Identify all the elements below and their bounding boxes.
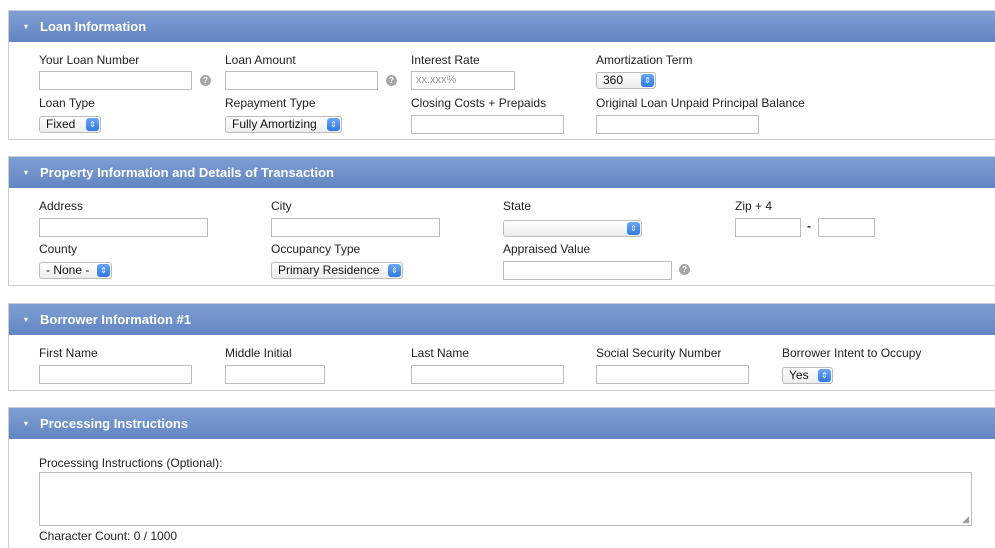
interest-rate-label: Interest Rate — [411, 53, 480, 67]
loan-type-select[interactable]: Fixed ⇕ — [39, 116, 101, 133]
loan-amount-input[interactable] — [225, 71, 378, 90]
loan-number-help-icon[interactable]: ? — [200, 75, 211, 86]
borrower-information-panel: ▾ Borrower Information #1 First Name Mid… — [8, 303, 995, 391]
collapse-chevron-icon[interactable]: ▾ — [21, 315, 31, 324]
select-arrow-icon: ⇕ — [627, 222, 640, 235]
processing-instructions-panel: ▾ Processing Instructions Processing Ins… — [8, 407, 995, 548]
borrower-information-header[interactable]: ▾ Borrower Information #1 — [9, 304, 995, 335]
appraised-value-help-icon[interactable]: ? — [679, 264, 690, 275]
appraised-value-label: Appraised Value — [503, 242, 591, 256]
county-select[interactable]: - None - ⇕ — [39, 262, 112, 279]
state-select[interactable]: ⇕ — [503, 220, 642, 237]
occupancy-type-select[interactable]: Primary Residence ⇕ — [271, 262, 403, 279]
original-upb-label: Original Loan Unpaid Principal Balance — [596, 96, 805, 110]
collapse-chevron-icon[interactable]: ▾ — [21, 22, 31, 31]
repayment-type-label: Repayment Type — [225, 96, 316, 110]
borrower-information-title: Borrower Information #1 — [40, 312, 191, 327]
processing-instructions-textarea[interactable]: ◢ — [39, 472, 972, 526]
occupancy-type-label: Occupancy Type — [271, 242, 361, 256]
middle-initial-input[interactable] — [225, 365, 325, 384]
city-input[interactable] — [271, 218, 440, 237]
loan-information-title: Loan Information — [40, 19, 147, 34]
last-name-label: Last Name — [411, 346, 470, 360]
ssn-input[interactable] — [596, 365, 749, 384]
occupancy-type-value: Primary Residence — [278, 263, 380, 277]
interest-rate-input[interactable]: xx.xxx% — [411, 71, 515, 90]
ssn-label: Social Security Number — [596, 346, 722, 360]
repayment-type-select[interactable]: Fully Amortizing ⇕ — [225, 116, 342, 133]
address-input[interactable] — [39, 218, 208, 237]
select-arrow-icon: ⇕ — [641, 74, 654, 87]
zip-input[interactable] — [735, 218, 801, 237]
loan-information-panel: ▾ Loan Information Your Loan Number ? Lo… — [8, 10, 995, 140]
select-arrow-icon: ⇕ — [97, 264, 110, 277]
last-name-input[interactable] — [411, 365, 564, 384]
select-arrow-icon: ⇕ — [388, 264, 401, 277]
select-arrow-icon: ⇕ — [86, 118, 99, 131]
middle-initial-label: Middle Initial — [225, 346, 292, 360]
property-information-panel: ▾ Property Information and Details of Tr… — [8, 156, 995, 286]
repayment-type-value: Fully Amortizing — [232, 117, 317, 131]
intent-to-occupy-label: Borrower Intent to Occupy — [782, 346, 922, 360]
amortization-term-value: 360 — [603, 73, 624, 87]
select-arrow-icon: ⇕ — [818, 369, 831, 382]
zip-label: Zip + 4 — [735, 199, 773, 213]
closing-costs-input[interactable] — [411, 115, 564, 134]
amortization-term-label: Amortization Term — [596, 53, 693, 67]
address-label: Address — [39, 199, 84, 213]
original-upb-input[interactable] — [596, 115, 759, 134]
zip4-input[interactable] — [818, 218, 875, 237]
loan-amount-help-icon[interactable]: ? — [386, 75, 397, 86]
appraised-value-input[interactable] — [503, 261, 672, 280]
loan-type-label: Loan Type — [39, 96, 95, 110]
processing-instructions-label: Processing Instructions (Optional): — [39, 456, 223, 470]
collapse-chevron-icon[interactable]: ▾ — [21, 168, 31, 177]
closing-costs-label: Closing Costs + Prepaids — [411, 96, 547, 110]
collapse-chevron-icon[interactable]: ▾ — [21, 419, 31, 428]
select-arrow-icon: ⇕ — [327, 118, 340, 131]
resize-grip-icon[interactable]: ◢ — [962, 515, 969, 524]
county-value: - None - — [46, 263, 90, 277]
property-information-header[interactable]: ▾ Property Information and Details of Tr… — [9, 157, 995, 188]
first-name-label: First Name — [39, 346, 98, 360]
loan-amount-label: Loan Amount — [225, 53, 296, 67]
county-label: County — [39, 242, 78, 256]
processing-instructions-header[interactable]: ▾ Processing Instructions — [9, 408, 995, 439]
character-count: Character Count: 0 / 1000 — [39, 529, 178, 543]
amortization-term-select[interactable]: 360 ⇕ — [596, 72, 656, 89]
first-name-input[interactable] — [39, 365, 192, 384]
processing-instructions-title: Processing Instructions — [40, 416, 189, 431]
loan-type-value: Fixed — [46, 117, 76, 131]
loan-number-label: Your Loan Number — [39, 53, 140, 67]
loan-information-header[interactable]: ▾ Loan Information — [9, 11, 995, 42]
city-label: City — [271, 199, 292, 213]
state-label: State — [503, 199, 532, 213]
property-information-title: Property Information and Details of Tran… — [40, 165, 334, 180]
intent-to-occupy-select[interactable]: Yes ⇕ — [782, 367, 833, 384]
intent-to-occupy-value: Yes — [789, 368, 809, 382]
loan-number-input[interactable] — [39, 71, 192, 90]
zip-separator: - — [807, 219, 811, 233]
